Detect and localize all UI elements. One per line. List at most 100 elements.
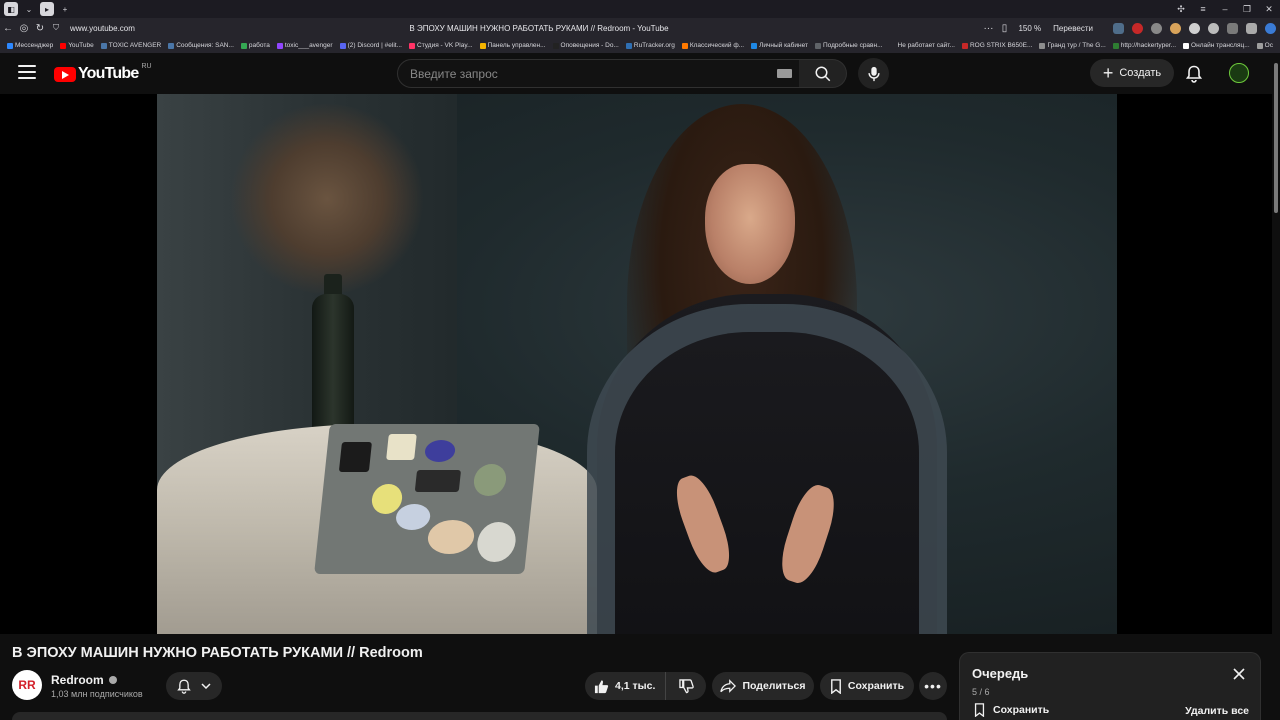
extension-user-icon[interactable] (1208, 22, 1219, 34)
bookmark-label: Гранд тур / The G... (1047, 42, 1106, 49)
more-actions-button[interactable]: ••• (919, 672, 947, 700)
queue-delete-all-button[interactable]: Удалить все (1185, 705, 1249, 717)
bookmark-item[interactable]: Мессенджер (7, 42, 53, 49)
bookmark-label: (2) Discord | #elit... (347, 42, 402, 49)
channel-name-row[interactable]: Redroom (51, 673, 117, 687)
keyboard-icon[interactable] (777, 69, 792, 78)
description-box-edge[interactable] (12, 712, 947, 720)
verified-check-icon (108, 676, 117, 684)
channel-avatar[interactable]: RR (12, 670, 42, 700)
youtube-play-icon (54, 66, 76, 82)
video-player[interactable] (0, 94, 1272, 634)
save-button[interactable]: Сохранить (820, 672, 914, 700)
profile-icon[interactable] (1265, 22, 1276, 34)
bookmark-favicon-icon (276, 42, 283, 49)
bookmark-item[interactable]: http://hackertyper... (1112, 42, 1176, 49)
bookmark-favicon-icon (240, 42, 247, 49)
bookmark-label: TOXIC AVENGER (108, 42, 162, 49)
queue-save-label: Сохранить (993, 704, 1050, 716)
page-title: В ЭПОХУ МАШИН НУЖНО РАБОТАТЬ РУКАМИ // R… (409, 23, 669, 33)
bookmark-item[interactable]: Сообщения: SAN... (168, 42, 234, 49)
bookmark-item[interactable]: YouTube (60, 42, 94, 49)
bookmark-item[interactable]: Гранд тур / The G... (1039, 42, 1106, 49)
bookmark-item[interactable]: ROG STRIX B650E... (961, 42, 1032, 49)
more-options-icon[interactable]: ··· (980, 23, 996, 34)
create-button[interactable]: + Создать (1090, 59, 1174, 87)
bookmark-item[interactable]: Оповещения - Do... (552, 42, 619, 49)
share-button[interactable]: Поделиться (712, 672, 814, 700)
queue-save-button[interactable]: Сохранить (974, 703, 1049, 717)
scrollbar-thumb[interactable] (1274, 63, 1278, 213)
bookmark-favicon-icon (1112, 42, 1119, 49)
video-frame[interactable] (157, 94, 1117, 634)
bookmark-item[interactable]: Не работает сайт... (889, 42, 955, 49)
minimize-icon[interactable]: – (1214, 4, 1236, 14)
bookmark-favicon-icon (815, 42, 821, 49)
bookmark-favicon-icon (1183, 42, 1190, 49)
like-button[interactable]: 4,1 тыс. (585, 672, 667, 700)
youtube-header: YouTube RU + Создать (0, 53, 1280, 94)
like-count: 4,1 тыс. (615, 680, 656, 692)
translate-button[interactable]: Перевести (1047, 24, 1099, 33)
extension-vpn-icon[interactable] (1151, 22, 1162, 34)
hamburger-menu-icon[interactable] (18, 65, 36, 81)
voice-search-button[interactable] (858, 58, 889, 89)
pin-icon[interactable]: ✣ (1170, 4, 1192, 15)
address-bar-tools: ··· ▯ 150 % Перевести (980, 18, 1280, 38)
page-scrollbar[interactable] (1272, 53, 1280, 720)
restore-icon[interactable]: ❐ (1236, 4, 1258, 15)
subscription-notifications-button[interactable] (166, 672, 222, 700)
close-window-icon[interactable]: ✕ (1258, 4, 1280, 15)
extension-wallet-icon[interactable] (1189, 22, 1200, 34)
bookmark-favicon-icon (168, 42, 175, 49)
bell-icon (177, 679, 191, 694)
extension-puzzle-icon[interactable] (1227, 22, 1238, 34)
bookmark-item[interactable]: Ос (1256, 42, 1273, 49)
new-tab-icon[interactable]: + (58, 2, 72, 16)
bookmark-item[interactable]: Личный кабинет (751, 42, 808, 49)
thumbs-down-icon (678, 678, 694, 693)
bookmark-item[interactable]: (2) Discord | #elit... (339, 42, 402, 49)
logo-region: RU (141, 62, 152, 70)
active-tab[interactable]: ▸ (40, 2, 54, 16)
logo-text: YouTube (78, 65, 139, 82)
browser-tab-strip: ◧ ⌄ ▸ + ✣ ≡ – ❐ ✕ (0, 0, 1280, 18)
bookmark-item[interactable]: Подробные сравн... (815, 42, 883, 49)
dislike-button[interactable] (666, 672, 706, 700)
bookmark-label: RuTracker.org (633, 42, 675, 49)
subscriber-count: 1,03 млн подписчиков (51, 689, 143, 699)
bookmark-label: YouTube (68, 42, 94, 49)
bookmark-favicon-icon (552, 42, 559, 49)
extension-screenshot-icon[interactable] (1113, 22, 1124, 34)
search-input[interactable] (398, 60, 799, 87)
user-avatar[interactable] (1229, 63, 1249, 83)
download-icon[interactable] (1246, 22, 1257, 34)
bookmark-item[interactable]: Классический ф... (681, 42, 745, 49)
bookmark-label: Ос (1264, 42, 1273, 49)
window-controls: ✣ ≡ – ❐ ✕ (1170, 0, 1280, 18)
bookmark-item[interactable]: Панель управлен... (479, 42, 546, 49)
video-title: В ЭПОХУ МАШИН НУЖНО РАБОТАТЬ РУКАМИ // R… (12, 645, 423, 661)
notifications-button[interactable] (1182, 62, 1206, 86)
search-button[interactable] (799, 59, 847, 88)
extension-adblock-icon[interactable] (1132, 22, 1143, 34)
close-icon[interactable] (1232, 667, 1246, 681)
youtube-logo[interactable]: YouTube RU (54, 62, 152, 83)
bookmark-item[interactable]: TOXIC AVENGER (100, 42, 162, 49)
bookmark-label: Классический ф... (689, 42, 745, 49)
bookmark-item[interactable]: toxic___avenger (276, 42, 333, 49)
bookmark-item[interactable]: RuTracker.org (625, 42, 675, 49)
channel-avatar-logo: RR (18, 678, 36, 692)
bookmark-item[interactable]: Студия - VK Play... (409, 42, 473, 49)
more-dots-icon: ••• (924, 678, 942, 694)
tab-list-chevron-icon[interactable]: ⌄ (22, 2, 36, 16)
zoom-level[interactable]: 150 % (1012, 24, 1047, 33)
tab-menu-icon[interactable]: ≡ (1192, 4, 1214, 14)
browser-menu-icon[interactable]: ◧ (4, 2, 18, 16)
bookmark-icon[interactable]: ▯ (996, 23, 1012, 34)
extension-cookie-icon[interactable] (1170, 22, 1181, 34)
channel-name[interactable]: Redroom (51, 673, 104, 687)
queue-title: Очередь (972, 666, 1029, 681)
bookmark-item[interactable]: Онлайн трансляц... (1183, 42, 1250, 49)
bookmark-item[interactable]: работа (240, 42, 270, 49)
